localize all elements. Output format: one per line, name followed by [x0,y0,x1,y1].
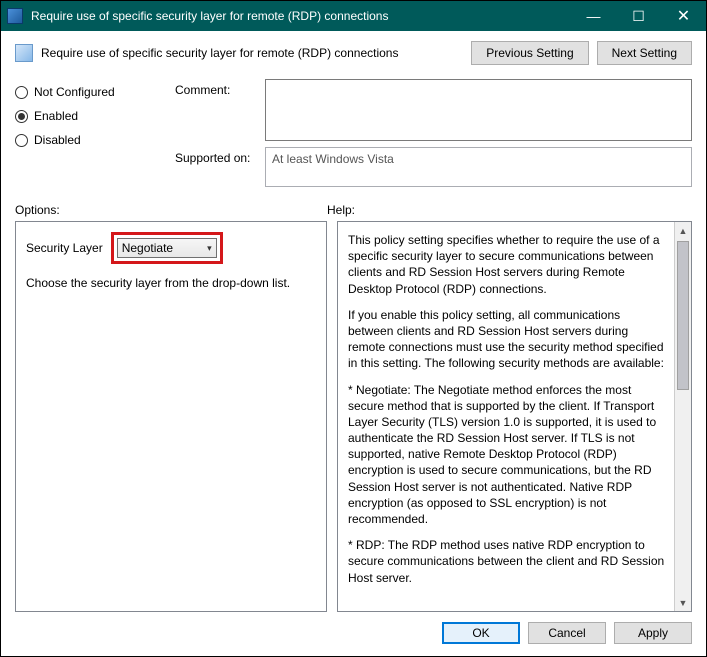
radio-icon [15,110,28,123]
scrollbar[interactable]: ▲ ▼ [674,222,691,611]
radio-not-configured[interactable]: Not Configured [15,85,175,99]
help-section-label: Help: [327,203,692,217]
close-button[interactable]: ✕ [661,1,706,31]
radio-label: Not Configured [34,85,115,99]
window-title: Require use of specific security layer f… [31,9,571,23]
policy-heading: Require use of specific security layer f… [41,46,463,60]
previous-setting-button[interactable]: Previous Setting [471,41,588,65]
scroll-track[interactable] [675,239,691,594]
help-text: This policy setting specifies whether to… [348,232,670,601]
radio-disabled[interactable]: Disabled [15,133,175,147]
ok-button[interactable]: OK [442,622,520,644]
cancel-button[interactable]: Cancel [528,622,606,644]
radio-icon [15,86,28,99]
apply-button[interactable]: Apply [614,622,692,644]
window-controls: — ☐ ✕ [571,1,706,31]
window-icon [7,8,23,24]
help-paragraph: This policy setting specifies whether to… [348,232,666,297]
highlight-box: Negotiate ▾ [111,232,223,264]
comment-field[interactable] [265,79,692,141]
comment-label: Comment: [175,79,265,141]
help-paragraph: * Negotiate: The Negotiate method enforc… [348,382,666,528]
radio-label: Disabled [34,133,81,147]
radio-label: Enabled [34,109,78,123]
options-panel: Security Layer Negotiate ▾ Choose the se… [15,221,327,612]
radio-enabled[interactable]: Enabled [15,109,175,123]
options-section-label: Options: [15,203,327,217]
options-description: Choose the security layer from the drop-… [26,276,316,292]
maximize-button[interactable]: ☐ [616,1,661,31]
supported-on-label: Supported on: [175,147,265,187]
scroll-up-icon[interactable]: ▲ [675,222,691,239]
scroll-thumb[interactable] [677,241,689,390]
title-bar: Require use of specific security layer f… [1,1,706,31]
dropdown-value: Negotiate [122,241,173,255]
help-panel: This policy setting specifies whether to… [337,221,692,612]
minimize-button[interactable]: — [571,1,616,31]
policy-icon [15,44,33,62]
help-paragraph: * RDP: The RDP method uses native RDP en… [348,537,666,586]
next-setting-button[interactable]: Next Setting [597,41,692,65]
radio-icon [15,134,28,147]
scroll-down-icon[interactable]: ▼ [675,594,691,611]
chevron-down-icon: ▾ [207,243,212,254]
supported-on-field: At least Windows Vista [265,147,692,187]
security-layer-label: Security Layer [26,241,103,255]
security-layer-dropdown[interactable]: Negotiate ▾ [117,238,217,258]
help-paragraph: If you enable this policy setting, all c… [348,307,666,372]
